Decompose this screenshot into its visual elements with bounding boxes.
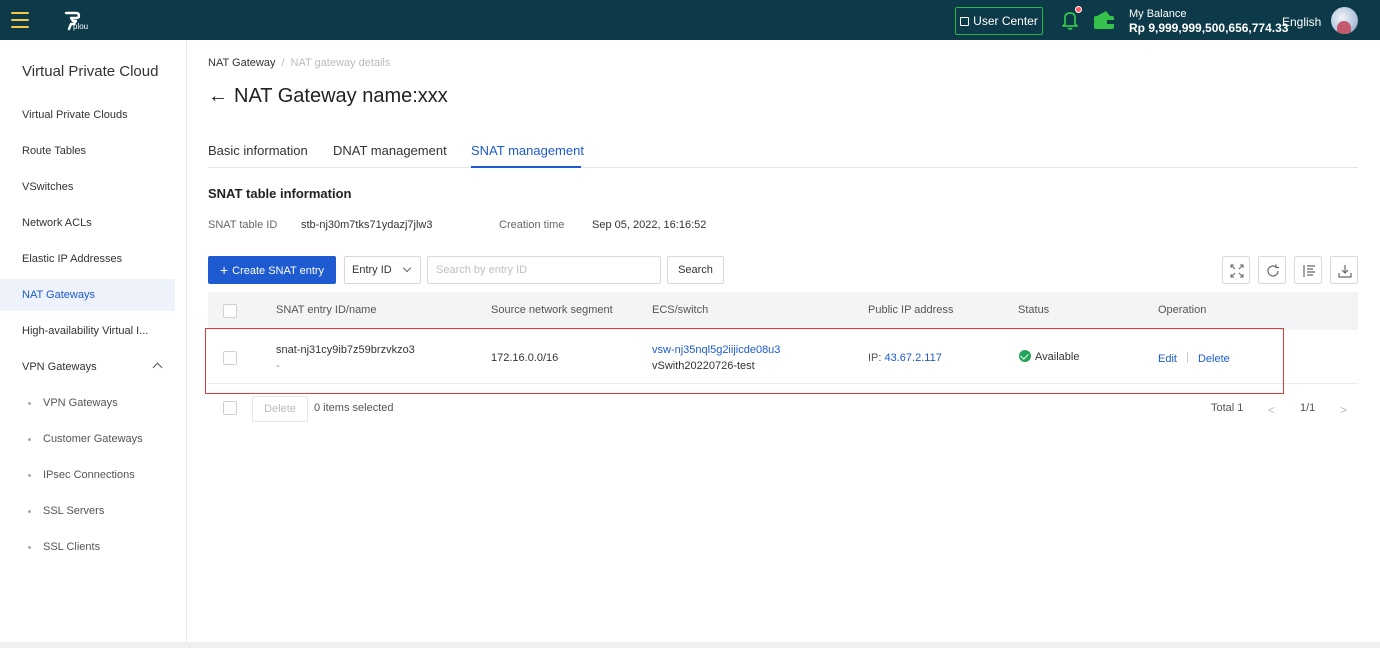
- sidebar: Virtual Private Cloud Virtual Private Cl…: [0, 40, 187, 648]
- selected-count: 0 items selected: [314, 402, 394, 414]
- page-title: NAT Gateway name:xxx: [234, 85, 448, 107]
- sidebar-subitem-label: VPN Gateways: [43, 397, 118, 409]
- batch-delete-button[interactable]: Delete: [252, 396, 308, 422]
- snat-table-id-value: stb-nj30m7tks71ydazj7jlw3: [301, 219, 433, 231]
- create-snat-entry-label: Create SNAT entry: [232, 265, 325, 277]
- tab-snat-management[interactable]: SNAT management: [471, 143, 584, 158]
- download-button[interactable]: [1330, 256, 1358, 284]
- search-button[interactable]: Search: [667, 256, 724, 284]
- column-header-source: Source network segment: [491, 304, 613, 316]
- bullet-dot: [28, 438, 31, 441]
- back-arrow-icon[interactable]: ←: [208, 85, 228, 108]
- sidebar-item-vpn-gateways-group[interactable]: VPN Gateways: [0, 351, 175, 383]
- sidebar-item-virtual-private-clouds[interactable]: Virtual Private Clouds: [0, 99, 175, 131]
- tab-bar: Basic information DNAT management SNAT m…: [208, 137, 1358, 168]
- tab-dnat-management[interactable]: DNAT management: [333, 143, 447, 158]
- monitor-icon: [960, 17, 970, 26]
- chevron-up-icon: [152, 362, 163, 373]
- sidebar-item-network-acls[interactable]: Network ACLs: [0, 207, 175, 239]
- breadcrumb-root[interactable]: NAT Gateway: [208, 57, 275, 69]
- bullet-dot: [28, 546, 31, 549]
- chevron-down-icon: [402, 263, 412, 273]
- bullet-dot: [28, 510, 31, 513]
- sidebar-subitem-ssl-servers[interactable]: SSL Servers: [0, 495, 175, 527]
- fullscreen-button[interactable]: [1222, 256, 1250, 284]
- column-header-status: Status: [1018, 304, 1050, 316]
- breadcrumb: NAT Gateway / NAT gateway details: [208, 57, 390, 69]
- search-input[interactable]: [427, 256, 661, 284]
- sidebar-item-route-tables[interactable]: Route Tables: [0, 135, 175, 167]
- select-all-checkbox[interactable]: [223, 304, 237, 318]
- creation-time-label: Creation time: [499, 219, 565, 231]
- fullscreen-icon: [1230, 264, 1244, 278]
- column-header-entry: SNAT entry ID/name: [276, 304, 377, 316]
- refresh-icon: [1267, 264, 1279, 277]
- table-header: SNAT entry ID/name Source network segmen…: [208, 292, 1358, 330]
- sidebar-subitem-label: SSL Clients: [43, 541, 101, 553]
- sidebar-subitem-label: SSL Servers: [43, 505, 105, 517]
- page-indicator: 1/1: [1300, 402, 1316, 414]
- download-icon: [1338, 265, 1352, 278]
- breadcrumb-separator: /: [281, 57, 285, 69]
- column-header-public-ip: Public IP address: [868, 304, 954, 316]
- sidebar-subitem-ipsec-connections[interactable]: IPsec Connections: [0, 459, 175, 491]
- wallet-icon[interactable]: [1093, 10, 1115, 30]
- footer-select-all-checkbox[interactable]: [223, 401, 237, 415]
- sidebar-subitem-vpn-gateways[interactable]: VPN Gateways: [0, 387, 175, 419]
- balance-label: My Balance: [1129, 8, 1187, 20]
- tab-basic-information[interactable]: Basic information: [208, 143, 308, 158]
- sidebar-item-high-availability[interactable]: High-availability Virtual I...: [0, 315, 175, 347]
- search-field-select[interactable]: Entry ID: [344, 256, 421, 284]
- refresh-button[interactable]: [1258, 256, 1286, 284]
- total-count: Total 1: [1211, 402, 1244, 414]
- sidebar-item-vswitches[interactable]: VSwitches: [0, 171, 175, 203]
- hamburger-menu-icon[interactable]: [11, 12, 29, 28]
- sidebar-subitem-label: Customer Gateways: [43, 433, 143, 445]
- sidebar-item-nat-gateways[interactable]: NAT Gateways: [0, 279, 175, 311]
- column-settings-button[interactable]: [1294, 256, 1322, 284]
- creation-time-value: Sep 05, 2022, 16:16:52: [592, 219, 707, 231]
- top-bar: plou User Center My Balance Rp 9,999,999…: [0, 0, 1380, 40]
- user-center-button[interactable]: User Center: [955, 7, 1043, 35]
- bullet-dot: [28, 474, 31, 477]
- sidebar-subitem-ssl-clients[interactable]: SSL Clients: [0, 531, 175, 563]
- sidebar-item-elastic-ip[interactable]: Elastic IP Addresses: [0, 243, 175, 275]
- plus-icon: +: [219, 262, 229, 278]
- search-field-select-value: Entry ID: [352, 264, 392, 276]
- bottom-scrollbar[interactable]: [0, 642, 1380, 648]
- breadcrumb-current: NAT gateway details: [290, 57, 391, 69]
- sidebar-title: Virtual Private Cloud: [22, 63, 159, 80]
- next-page-icon[interactable]: >: [1340, 403, 1347, 417]
- active-tab-indicator: [471, 166, 581, 168]
- notification-dot: [1075, 6, 1082, 13]
- sidebar-subitem-customer-gateways[interactable]: Customer Gateways: [0, 423, 175, 455]
- brand-logo-text: plou: [73, 22, 89, 31]
- section-title: SNAT table information: [208, 186, 352, 201]
- balance-value: Rp 9,999,999,500,656,774.33: [1129, 21, 1289, 35]
- column-header-operation: Operation: [1158, 304, 1207, 316]
- highlight-box: [205, 328, 1284, 394]
- create-snat-entry-button[interactable]: + Create SNAT entry: [208, 256, 336, 284]
- sidebar-item-label: VPN Gateways: [22, 361, 97, 373]
- snat-table-id-label: SNAT table ID: [208, 219, 278, 231]
- language-selector[interactable]: English: [1282, 15, 1321, 29]
- sidebar-subitem-label: IPsec Connections: [43, 469, 135, 481]
- list-settings-icon: [1303, 265, 1315, 277]
- column-header-switch: ECS/switch: [652, 304, 709, 316]
- user-center-label: User Center: [973, 14, 1038, 28]
- avatar[interactable]: [1331, 7, 1358, 34]
- bullet-dot: [28, 402, 31, 405]
- previous-page-icon[interactable]: <: [1268, 403, 1275, 417]
